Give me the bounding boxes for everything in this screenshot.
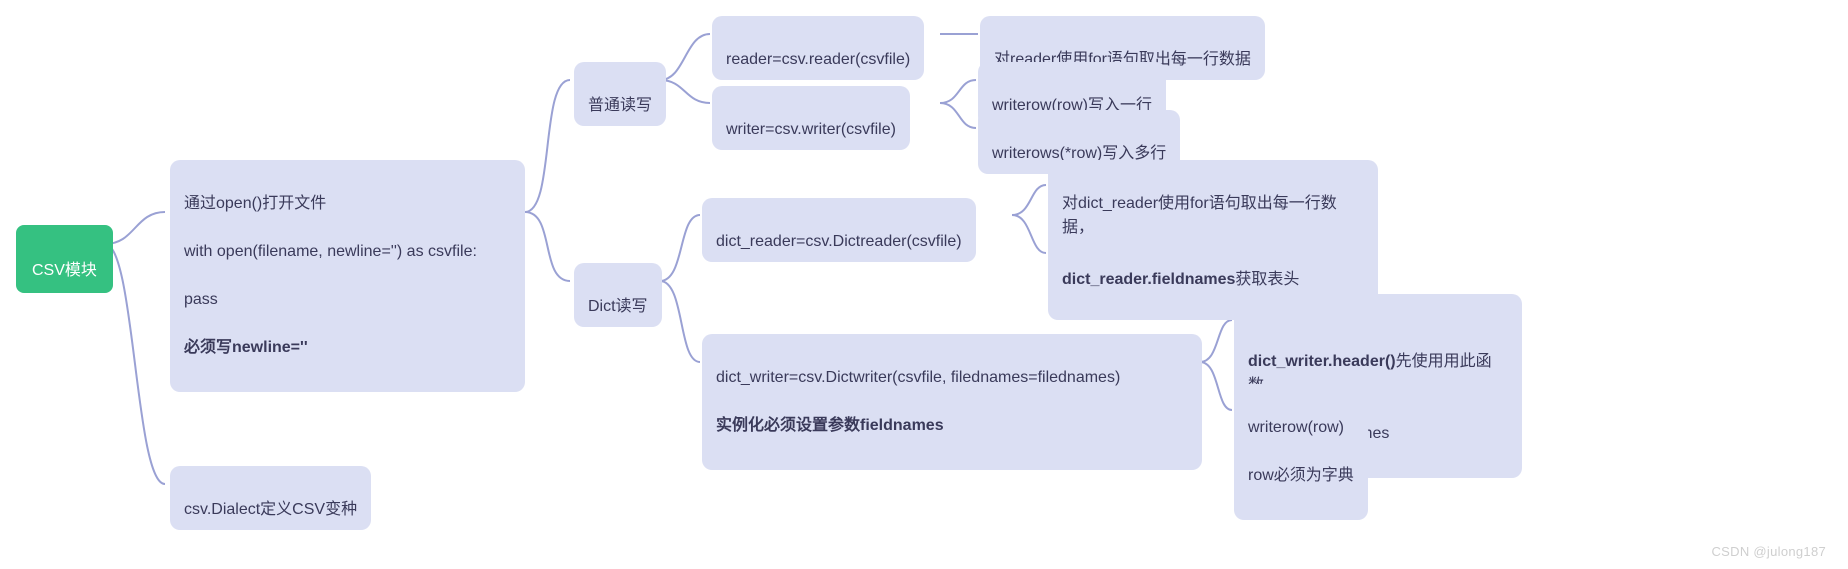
dialect-label: csv.Dialect定义CSV变种 xyxy=(184,501,357,518)
dict-reader-fieldnames-tail: 获取表头 xyxy=(1235,271,1299,288)
dialect-node: csv.Dialect定义CSV变种 xyxy=(170,466,371,530)
open-line1: 通过open()打开文件 xyxy=(184,192,511,216)
normal-rw-label: 普通读写 xyxy=(588,97,652,114)
dict-rw-label: Dict读写 xyxy=(588,298,648,315)
root-label: CSV模块 xyxy=(32,262,97,279)
root-node: CSV模块 xyxy=(16,225,113,293)
dict-reader-label: dict_reader=csv.Dictreader(csvfile) xyxy=(716,233,962,250)
dict-reader-desc-l1: 对dict_reader使用for语句取出每一行数据， xyxy=(1062,192,1364,240)
dict-rw-node: Dict读写 xyxy=(574,263,662,327)
reader-label: reader=csv.reader(csvfile) xyxy=(726,51,910,68)
dict-writer-header-bold: dict_writer.header() xyxy=(1248,353,1396,370)
open-line4: 必须写newline='' xyxy=(184,336,511,360)
dict-writer-writerow-l1: writerow(row) xyxy=(1248,416,1354,440)
open-block: 通过open()打开文件 with open(filename, newline… xyxy=(170,160,525,392)
dict-writer-writerow-node: writerow(row) row必须为字典 xyxy=(1234,384,1368,520)
watermark: CSDN @julong187 xyxy=(1711,544,1826,559)
dict-reader-node: dict_reader=csv.Dictreader(csvfile) xyxy=(702,198,976,262)
writer-node: writer=csv.writer(csvfile) xyxy=(712,86,910,150)
writer-label: writer=csv.writer(csvfile) xyxy=(726,121,896,138)
open-line2: with open(filename, newline='') as csvfi… xyxy=(184,240,511,264)
reader-node: reader=csv.reader(csvfile) xyxy=(712,16,924,80)
dict-reader-fieldnames-bold: dict_reader.fieldnames xyxy=(1062,271,1235,288)
open-line3: pass xyxy=(184,288,511,312)
dict-writer-node: dict_writer=csv.Dictwriter(csvfile, file… xyxy=(702,334,1202,470)
dict-writer-writerow-l2: row必须为字典 xyxy=(1248,464,1354,488)
dict-writer-line2: 实例化必须设置参数fieldnames xyxy=(716,414,1188,438)
dict-reader-fieldnames-node: dict_reader.fieldnames获取表头 xyxy=(1048,236,1313,300)
dict-writer-line1: dict_writer=csv.Dictwriter(csvfile, file… xyxy=(716,366,1188,390)
normal-rw-node: 普通读写 xyxy=(574,62,666,126)
